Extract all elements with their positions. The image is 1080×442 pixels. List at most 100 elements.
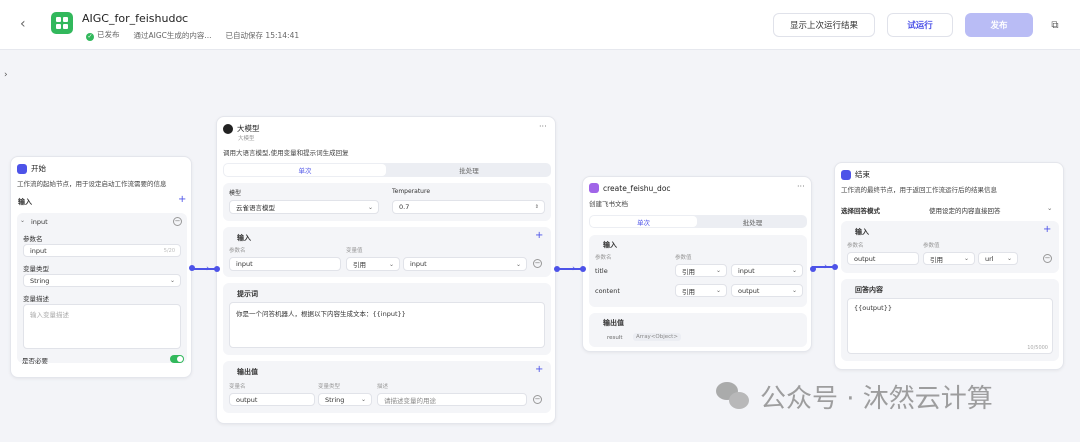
more-icon[interactable]: ··· <box>797 182 805 191</box>
feishu-input-section: 输入 参数名 参数值 title 引用 ⌄ input ⌄ content 引用 ⌄ … <box>589 235 807 307</box>
answer-textarea[interactable]: {{output}} 10/5000 <box>847 298 1053 354</box>
title-ref-select[interactable]: 引用 ⌄ <box>675 264 727 277</box>
llm-input-section: 输入 + 参数名 变量值 input 引用 ⌄ input ⌄ − <box>223 227 551 277</box>
input-port[interactable] <box>214 266 220 272</box>
prompt-textarea[interactable]: 你是一个问答机器人，根据以下内容生成文本：{{input}} <box>229 302 545 348</box>
end-input-name[interactable]: output <box>847 252 919 265</box>
col-name: 参数名 <box>847 243 864 249</box>
tab-batch[interactable]: 批处理 <box>698 215 807 228</box>
model-select[interactable]: 云雀语言模型 ⌄ <box>229 200 379 214</box>
end-input-title: 输入 <box>855 228 869 236</box>
chevron-down-icon: ⌄ <box>388 260 394 268</box>
tab-single[interactable]: 单次 <box>224 164 386 176</box>
add-output-icon[interactable]: + <box>535 364 543 375</box>
remove-output-icon[interactable]: − <box>533 395 542 404</box>
wechat-icon <box>716 381 752 412</box>
watermark: 公众号 · 沐然云计算 <box>716 378 993 415</box>
arrow-icon: › <box>572 264 576 274</box>
content-value-select[interactable]: output ⌄ <box>731 284 803 297</box>
app-description: 通过AIGC生成的内容... <box>133 30 212 40</box>
output-name-input[interactable]: output <box>229 393 315 406</box>
remove-input-icon[interactable]: − <box>1043 254 1052 263</box>
end-node-header: 结束 <box>841 169 870 180</box>
answer-char-count: 10/5000 <box>1027 345 1048 351</box>
answer-section: 回答内容 {{output}} 10/5000 <box>841 279 1059 361</box>
chevron-down-icon[interactable]: ⌄ <box>20 217 25 224</box>
edge-feishu-end <box>812 266 834 268</box>
add-input-icon[interactable]: + <box>1043 224 1051 235</box>
show-last-result-button[interactable]: 显示上次运行结果 <box>773 13 875 37</box>
chevron-down-icon: ⌄ <box>169 277 175 284</box>
llm-input-ref-select[interactable]: 引用 ⌄ <box>346 257 400 271</box>
required-toggle[interactable] <box>170 355 184 363</box>
required-label: 是否必要 <box>22 357 48 365</box>
more-icon[interactable]: ··· <box>539 122 547 131</box>
output-result-label: result <box>607 335 623 341</box>
sidebar-toggle-icon[interactable]: › <box>4 70 8 80</box>
add-param-icon[interactable]: + <box>178 194 186 205</box>
llm-title: 大模型 <box>237 124 260 133</box>
temperature-input[interactable]: 0.7 ⇕ <box>392 200 545 214</box>
chevron-down-icon: ⌄ <box>715 287 721 294</box>
feishu-mode-tabs: 单次 批处理 <box>589 215 807 228</box>
arrow-icon: › <box>206 264 210 274</box>
model-section: 模型 云雀语言模型 ⌄ Temperature 0.7 ⇕ <box>223 183 551 221</box>
col-value: 参数值 <box>675 255 692 261</box>
chevron-down-icon: ⌄ <box>360 396 366 403</box>
input-port[interactable] <box>832 264 838 270</box>
feishu-node[interactable]: create_feishu_doc ··· 创建飞书文档 单次 批处理 输入 参… <box>580 176 816 352</box>
test-run-button[interactable]: 试运行 <box>887 13 953 37</box>
start-title: 开始 <box>31 164 46 173</box>
start-desc: 工作流的起始节点，用于设定启动工作流需要的信息 <box>17 180 167 188</box>
feishu-input-title: 输入 <box>603 241 617 249</box>
start-icon <box>17 163 27 174</box>
edit-icon[interactable]: ✎ <box>178 14 185 23</box>
publish-button[interactable]: 发布 <box>965 13 1033 37</box>
header-meta: ✓ 已发布 通过AIGC生成的内容... 已自动保存 15:14:41 <box>86 29 299 41</box>
desc-textarea[interactable]: 输入变量描述 <box>23 304 181 349</box>
type-select[interactable]: String ⌄ <box>23 274 181 287</box>
chevron-down-icon: ⌄ <box>715 267 721 274</box>
stepper-icon[interactable]: ⇕ <box>535 204 539 210</box>
col-value: 变量值 <box>346 248 363 254</box>
param-name-input[interactable]: input 5/20 <box>23 244 181 257</box>
tab-single[interactable]: 单次 <box>590 216 697 227</box>
end-input-ref-select[interactable]: 引用 ⌄ <box>923 252 975 265</box>
llm-icon <box>223 123 233 134</box>
llm-node[interactable]: 大模型 大模型 ··· 调用大语言模型,使用变量和提示词生成回复 单次 批处理 … <box>214 116 560 424</box>
output-desc-input[interactable]: 请描述变量的用途 <box>377 393 527 406</box>
chevron-down-icon: ⌄ <box>963 255 969 262</box>
llm-subtitle: 大模型 <box>238 136 255 142</box>
copy-icon[interactable]: ⧉ <box>1045 13 1065 37</box>
content-ref-select[interactable]: 引用 ⌄ <box>675 284 727 297</box>
add-input-icon[interactable]: + <box>535 230 543 241</box>
tab-batch[interactable]: 批处理 <box>387 163 551 177</box>
remove-param-icon[interactable]: − <box>173 217 182 226</box>
col-value: 参数值 <box>923 243 940 249</box>
llm-output-section: 输出值 + 变量名 变量类型 描述 output String ⌄ 请描述变量的用… <box>223 361 551 413</box>
col-name: 参数名 <box>595 255 612 261</box>
end-node[interactable]: 结束 工作流的最终节点，用于返回工作流运行后的结果信息 选择回答模式 使用设定的… <box>832 162 1064 370</box>
llm-output-title: 输出值 <box>237 368 258 376</box>
feishu-node-header: create_feishu_doc <box>589 183 671 193</box>
title-value-select[interactable]: input ⌄ <box>731 264 803 277</box>
workflow-app-icon <box>51 12 73 34</box>
chevron-down-icon: ⌄ <box>791 267 797 274</box>
back-arrow-icon[interactable]: ‹ <box>20 16 26 32</box>
input-port[interactable] <box>580 266 586 272</box>
temperature-label: Temperature <box>392 188 431 195</box>
answer-mode-select[interactable]: 使用设定的内容直接回答 <box>929 205 1001 215</box>
answer-mode-label: 选择回答模式 <box>841 207 880 215</box>
remove-input-icon[interactable]: − <box>533 259 542 268</box>
desc-label: 变量描述 <box>23 295 49 303</box>
prompt-section: 提示词 你是一个问答机器人，根据以下内容生成文本：{{input}} <box>223 283 551 355</box>
col-out-desc: 描述 <box>377 384 389 390</box>
start-node[interactable]: 开始 工作流的起始节点，用于设定启动工作流需要的信息 输入 + input ⌄ … <box>10 156 195 378</box>
chevron-down-icon[interactable]: ⌄ <box>1047 204 1052 212</box>
prompt-title: 提示词 <box>237 290 258 298</box>
output-type-select[interactable]: String ⌄ <box>318 393 372 406</box>
llm-input-name[interactable]: input <box>229 257 341 271</box>
end-input-value-select[interactable]: url ⌄ <box>978 252 1018 265</box>
param-card: input ⌄ − 参数名 input 5/20 变量类型 String ⌄ 变量… <box>17 213 187 363</box>
llm-input-value-select[interactable]: input ⌄ <box>403 257 527 271</box>
